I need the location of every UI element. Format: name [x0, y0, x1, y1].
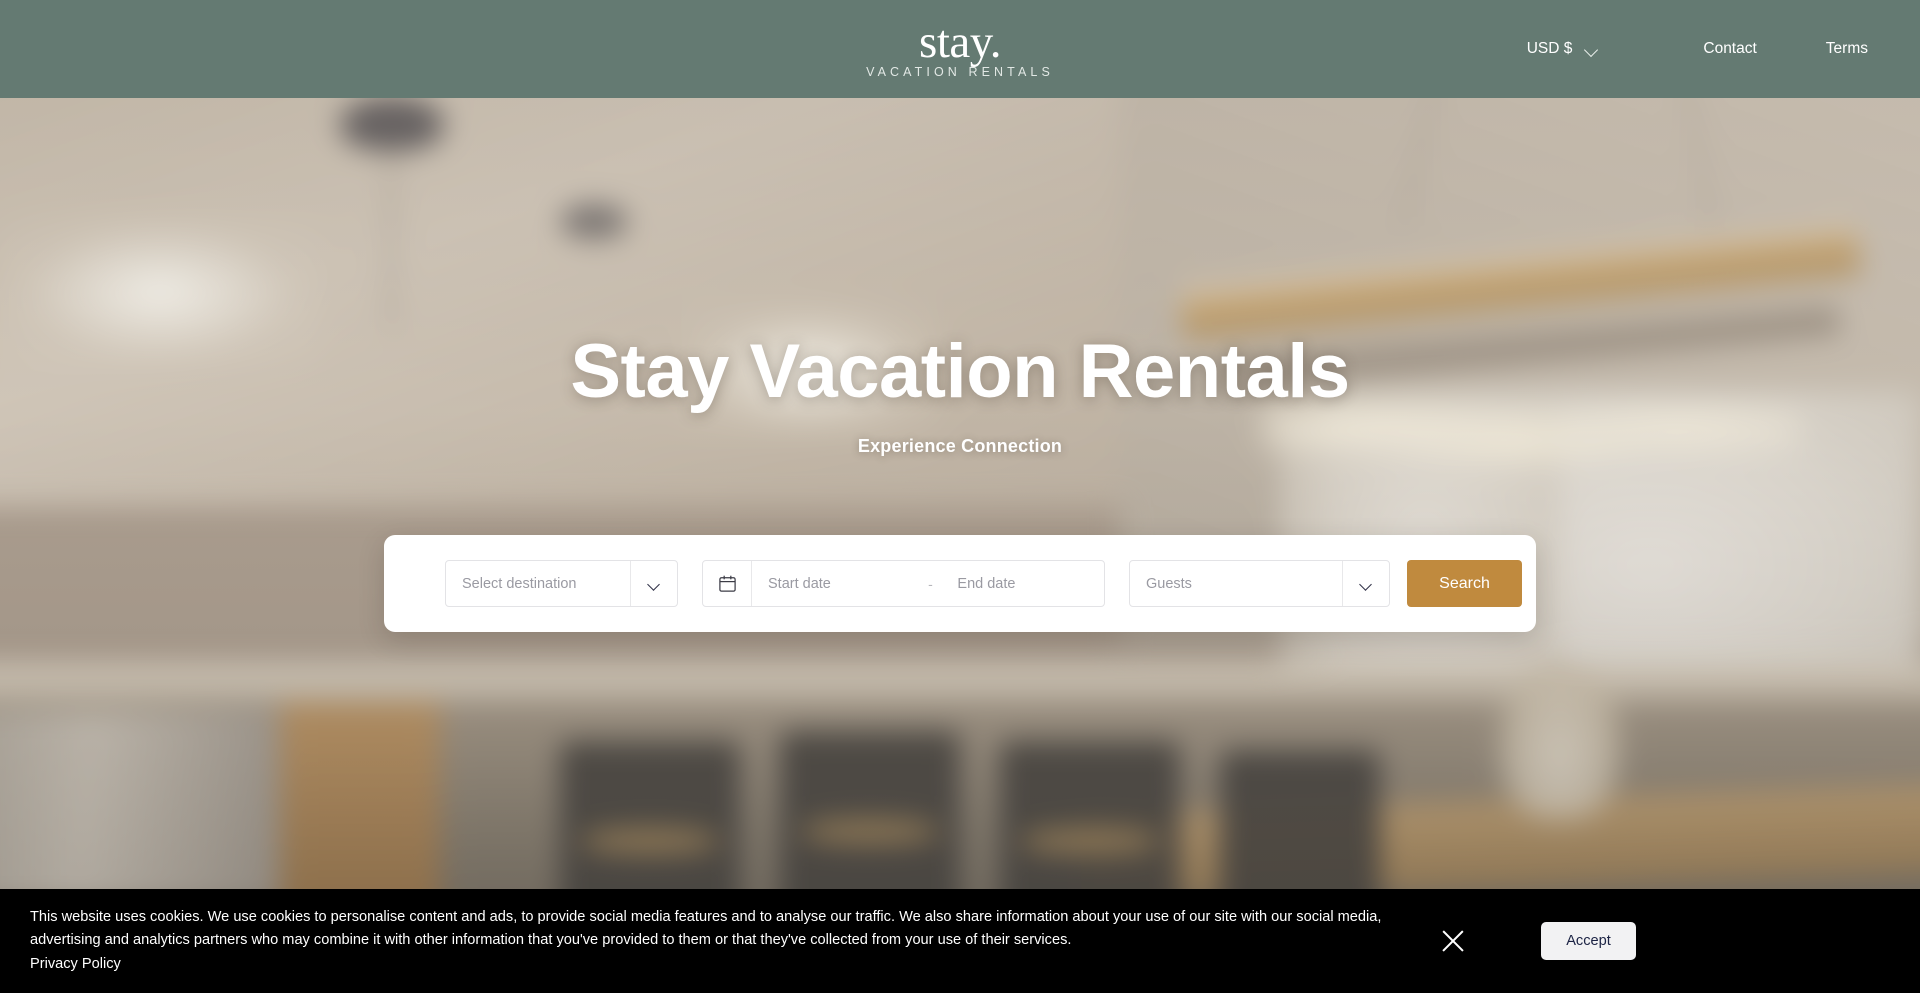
hero-title: Stay Vacation Rentals: [570, 329, 1350, 414]
destination-dropdown-toggle[interactable]: [630, 561, 677, 606]
privacy-policy-link[interactable]: Privacy Policy: [30, 953, 1400, 977]
close-icon[interactable]: [1436, 924, 1470, 958]
currency-selector[interactable]: USD $: [1523, 32, 1603, 66]
cookie-banner: This website uses cookies. We use cookie…: [0, 889, 1920, 993]
logo-wordmark: stay.: [919, 15, 1001, 68]
site-logo[interactable]: stay. VACATION RENTALS: [866, 15, 1054, 79]
destination-value[interactable]: Select destination: [446, 561, 630, 606]
hero-subtitle: Experience Connection: [857, 435, 1063, 456]
date-range-picker[interactable]: Start date - End date: [702, 560, 1105, 607]
logo-tagline: VACATION RENTALS: [866, 64, 1054, 79]
start-date-input[interactable]: Start date: [752, 561, 919, 606]
guests-value[interactable]: Guests: [1130, 561, 1342, 606]
guests-select[interactable]: Guests: [1129, 560, 1390, 607]
guests-dropdown-toggle[interactable]: [1342, 561, 1389, 606]
chevron-down-icon: [1360, 580, 1372, 588]
calendar-icon-button[interactable]: [703, 561, 752, 606]
hero-copy: Stay Vacation Rentals Experience Connect…: [0, 330, 1920, 457]
chevron-down-icon: [1585, 45, 1598, 53]
nav-link-contact[interactable]: Contact: [1697, 32, 1762, 66]
page-root: stay. VACATION RENTALS USD $ Contact Ter…: [0, 0, 1920, 993]
cookie-banner-message: This website uses cookies. We use cookie…: [30, 908, 1382, 949]
chevron-down-icon: [648, 580, 660, 588]
header-nav: USD $ Contact Terms: [1523, 0, 1874, 98]
end-date-input[interactable]: End date: [941, 561, 1104, 606]
nav-link-terms[interactable]: Terms: [1820, 32, 1874, 66]
search-button[interactable]: Search: [1407, 560, 1522, 607]
date-range-separator: -: [928, 575, 933, 592]
destination-select[interactable]: Select destination: [445, 560, 678, 607]
site-header: stay. VACATION RENTALS USD $ Contact Ter…: [0, 0, 1920, 98]
calendar-icon: [718, 575, 736, 592]
currency-label: USD $: [1526, 40, 1573, 57]
search-card: Select destination Start date - End date…: [384, 535, 1536, 632]
accept-cookies-button[interactable]: Accept: [1541, 922, 1636, 960]
cookie-banner-text-block: This website uses cookies. We use cookie…: [30, 906, 1400, 977]
